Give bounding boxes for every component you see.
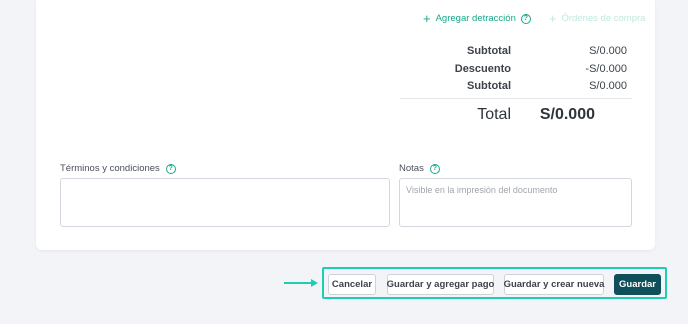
- subtotal-value-2: S/0.000: [589, 80, 627, 92]
- terms-textarea[interactable]: [60, 178, 390, 227]
- cancel-button[interactable]: Cancelar: [328, 274, 376, 295]
- discount-value: -S/0.000: [585, 62, 627, 75]
- subtotal-row-2: Subtotal S/0.000: [400, 78, 632, 96]
- extra-options: + Agregar detracción ? + Órdenes de comp…: [423, 11, 646, 26]
- subtotal-label-2: Subtotal: [467, 80, 511, 92]
- notes-textarea[interactable]: [399, 178, 632, 227]
- add-detraccion-link[interactable]: + Agregar detracción ?: [423, 11, 531, 26]
- save-button[interactable]: Guardar: [614, 274, 661, 295]
- plus-icon: +: [548, 11, 557, 26]
- discount-row: Descuento -S/0.000: [400, 61, 632, 79]
- save-add-payment-button[interactable]: Guardar y agregar pago: [387, 274, 494, 295]
- invoice-form-card: + Agregar detracción ? + Órdenes de comp…: [36, 0, 655, 250]
- subtotal-value: S/0.000: [589, 45, 627, 57]
- total-value: S/0.000: [539, 106, 595, 123]
- add-detraccion-label: Agregar detracción: [435, 13, 516, 24]
- plus-icon: +: [423, 11, 431, 26]
- help-circle-icon[interactable]: ?: [429, 163, 440, 174]
- notes-label-text: Notas: [399, 163, 424, 174]
- totals-divider: [400, 98, 632, 99]
- total-label: Total: [477, 106, 511, 123]
- form-actions: Cancelar Guardar y agregar pago Guardar …: [322, 267, 667, 299]
- subtotal-label: Subtotal: [467, 45, 511, 57]
- terms-label-text: Términos y condiciones: [60, 163, 160, 174]
- help-circle-icon[interactable]: ?: [520, 13, 531, 24]
- notes-label: Notas ?: [399, 163, 440, 174]
- subtotal-row: Subtotal S/0.000: [400, 43, 632, 61]
- discount-label: Descuento: [454, 62, 511, 75]
- save-create-new-button[interactable]: Guardar y crear nueva: [504, 274, 604, 295]
- arrow-right-icon: [284, 279, 318, 287]
- purchase-orders-link[interactable]: + Órdenes de compra: [548, 11, 646, 26]
- totals-summary: Subtotal S/0.000 Descuento -S/0.000 Subt…: [400, 43, 632, 96]
- purchase-orders-label: Órdenes de compra: [561, 13, 646, 24]
- terms-label: Términos y condiciones ?: [60, 163, 176, 174]
- help-circle-icon[interactable]: ?: [165, 163, 176, 174]
